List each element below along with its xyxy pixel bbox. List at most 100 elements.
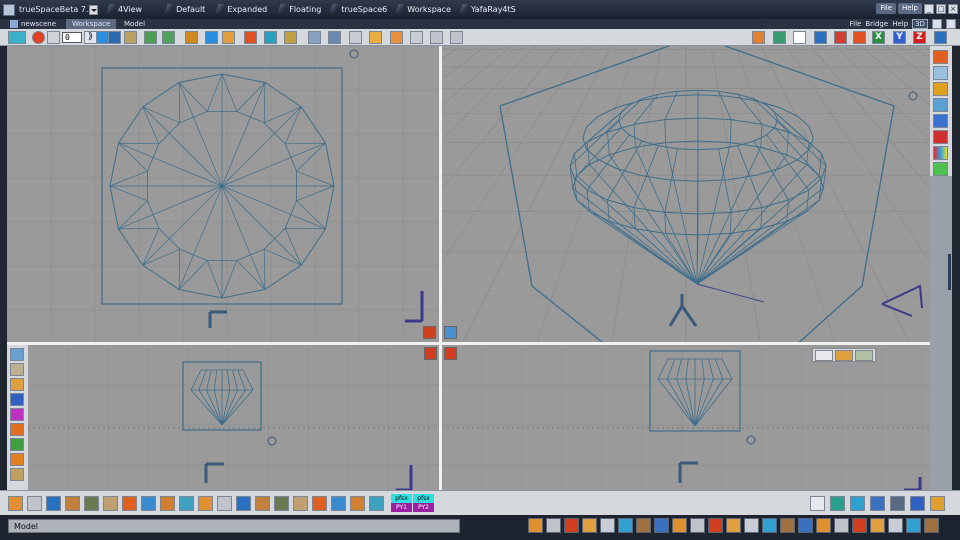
status-tool-12-icon[interactable] (726, 518, 741, 533)
paint-tool-icon[interactable] (835, 350, 853, 361)
torus-icon[interactable] (10, 423, 24, 436)
primitive-5-icon[interactable] (84, 496, 99, 511)
view-mode-badge[interactable]: 3D (912, 19, 928, 29)
status-tool-23-icon[interactable] (924, 518, 939, 533)
navigation-icon[interactable] (934, 31, 947, 44)
primitive-6-icon[interactable] (103, 496, 118, 511)
primitive-11-icon[interactable] (198, 496, 213, 511)
layout-tab-yafaray[interactable]: YafaRay4tS (459, 0, 524, 19)
material-3-icon[interactable] (850, 496, 865, 511)
layout-tab-4view[interactable]: 4View (106, 0, 150, 19)
status-tool-13-icon[interactable] (744, 518, 759, 533)
record-icon[interactable] (32, 31, 45, 44)
status-tool-18-icon[interactable] (834, 518, 849, 533)
material-icon[interactable] (222, 31, 235, 44)
bridge-menu[interactable]: Bridge (865, 20, 888, 28)
viewport-top[interactable] (7, 46, 439, 342)
globe-icon[interactable] (773, 31, 786, 44)
plugin-py2[interactable]: pfsx PY2 (413, 494, 434, 513)
viewport-options-icon[interactable] (423, 326, 436, 339)
status-tool-4-icon[interactable] (582, 518, 597, 533)
primitive-9-icon[interactable] (160, 496, 175, 511)
select-tool-icon[interactable] (815, 350, 833, 361)
keyframe-editor-icon[interactable] (124, 31, 137, 44)
axes-icon[interactable] (410, 31, 423, 44)
layout-tab-floating[interactable]: Floating (277, 0, 329, 19)
scale-icon[interactable] (349, 31, 362, 44)
status-tool-17-icon[interactable] (816, 518, 831, 533)
panel-close-button[interactable]: × (946, 19, 956, 29)
primitive-1-icon[interactable] (8, 496, 23, 511)
shapes-icon[interactable] (10, 438, 24, 451)
viewport-splitter-horizontal[interactable] (7, 342, 930, 345)
axis-x-button[interactable]: X (872, 31, 885, 44)
material-6-icon[interactable] (910, 496, 925, 511)
paint-icon[interactable] (162, 31, 175, 44)
axis-y-button[interactable]: Y (893, 31, 906, 44)
viewport-perspective[interactable] (442, 46, 930, 342)
material-7-icon[interactable] (930, 496, 945, 511)
panel-restore-button[interactable]: □ (932, 19, 942, 29)
select-icon[interactable] (369, 31, 382, 44)
primitive-4-icon[interactable] (65, 496, 80, 511)
plugin-py1[interactable]: pfsx PY1 (391, 494, 412, 513)
bridge-help-menu[interactable]: Help (892, 20, 908, 28)
primitive-3-icon[interactable] (46, 496, 61, 511)
status-tool-10-icon[interactable] (690, 518, 705, 533)
object-icon[interactable] (205, 31, 218, 44)
camera-icon[interactable] (814, 31, 827, 44)
bridge-file-menu[interactable]: File (850, 20, 862, 28)
render-object-icon[interactable] (933, 50, 948, 64)
axis-z-button[interactable]: Z (913, 31, 926, 44)
restore-button[interactable]: □ (936, 3, 946, 14)
primitive-13-icon[interactable] (236, 496, 251, 511)
primitive-2-icon[interactable] (27, 496, 42, 511)
cube-icon[interactable] (933, 66, 948, 80)
primitive-19-icon[interactable] (350, 496, 365, 511)
right-scroll-strip[interactable] (930, 176, 952, 490)
status-tool-22-icon[interactable] (906, 518, 921, 533)
viewport-side[interactable] (442, 345, 930, 490)
pick-tool-icon[interactable] (855, 350, 873, 361)
cube-primitive-icon[interactable] (10, 453, 24, 466)
file-menu[interactable]: File (876, 3, 897, 14)
viewport-splitter-vertical[interactable] (439, 46, 442, 490)
layout-tab-default[interactable]: Default (164, 0, 213, 19)
primitive-10-icon[interactable] (179, 496, 194, 511)
undo-icon[interactable] (144, 31, 157, 44)
status-tool-19-icon[interactable] (852, 518, 867, 533)
rewind-icon[interactable] (47, 31, 60, 44)
status-tool-9-icon[interactable] (672, 518, 687, 533)
grid-view-icon[interactable] (793, 31, 806, 44)
primitive-14-icon[interactable] (255, 496, 270, 511)
snap-icon[interactable] (390, 31, 403, 44)
tab-workspace[interactable]: Workspace (66, 19, 117, 29)
status-tool-8-icon[interactable] (654, 518, 669, 533)
status-tool-21-icon[interactable] (888, 518, 903, 533)
workspace-layout-icon[interactable] (8, 31, 26, 44)
primitive-20-icon[interactable] (369, 496, 384, 511)
primitive-icon[interactable] (244, 31, 257, 44)
material-5-icon[interactable] (890, 496, 905, 511)
rotate-icon[interactable] (328, 31, 341, 44)
light-icon[interactable] (264, 31, 277, 44)
color-icon[interactable] (933, 146, 948, 160)
tab-model[interactable]: Model (118, 19, 151, 29)
pencil-icon[interactable] (284, 31, 297, 44)
status-tool-6-icon[interactable] (618, 518, 633, 533)
status-tool-16-icon[interactable] (798, 518, 813, 533)
viewport-front[interactable] (28, 345, 439, 490)
status-tool-11-icon[interactable] (708, 518, 723, 533)
status-tool-14-icon[interactable] (762, 518, 777, 533)
primitive-18-icon[interactable] (331, 496, 346, 511)
deform-icon[interactable] (185, 31, 198, 44)
grid-icon[interactable] (10, 348, 24, 361)
primitive-17-icon[interactable] (312, 496, 327, 511)
primitive-15-icon[interactable] (274, 496, 289, 511)
cone-icon[interactable] (10, 393, 24, 406)
move-icon[interactable] (308, 31, 321, 44)
scroll-knob[interactable] (948, 254, 951, 290)
frame-input[interactable]: 0 (62, 32, 82, 43)
minimize-button[interactable]: _ (924, 3, 934, 14)
close-button[interactable]: × (948, 3, 958, 14)
